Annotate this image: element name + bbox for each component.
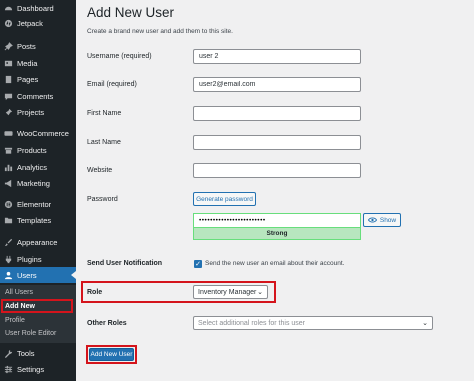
email-label: Email (required) — [87, 81, 137, 88]
media-icon — [4, 59, 13, 68]
show-password-label: Show — [379, 216, 397, 224]
email-input[interactable] — [193, 77, 361, 92]
last-name-label: Last Name — [87, 139, 121, 146]
sidebar-item-marketing[interactable]: Marketing — [0, 175, 76, 191]
archive-icon — [4, 146, 13, 155]
plugin-icon — [4, 255, 13, 264]
sidebar-item-products[interactable]: Products — [0, 142, 76, 158]
jetpack-icon — [4, 19, 13, 28]
send-notification-checkbox[interactable]: ✓ — [194, 260, 202, 268]
sidebar-item-woocommerce[interactable]: WooCommerce — [0, 125, 76, 141]
sidebar-item-tools[interactable]: Tools — [0, 345, 76, 361]
page-title: Add New User — [87, 5, 175, 20]
last-name-input[interactable] — [193, 135, 361, 150]
sidebar-item-settings[interactable]: Settings — [0, 361, 76, 377]
page-intro: Create a brand new user and add them to … — [87, 28, 233, 35]
sidebar-item-templates[interactable]: Templates — [0, 212, 76, 228]
comment-icon — [4, 92, 13, 101]
other-roles-select[interactable]: Select additional roles for this user ⌄ — [193, 316, 433, 330]
users-submenu: All Users Add New Profile User Role Edit… — [0, 285, 76, 343]
sidebar-item-jetpack[interactable]: Jetpack — [0, 15, 76, 31]
website-label: Website — [87, 167, 113, 174]
sidebar-item-users[interactable]: Users — [0, 267, 76, 283]
add-new-highlight — [1, 299, 73, 313]
sidebar-item-dashboard[interactable]: Dashboard — [0, 0, 76, 16]
show-password-button[interactable]: Show — [363, 213, 401, 227]
woocommerce-icon — [4, 129, 13, 138]
pin-icon — [4, 108, 13, 117]
pin-icon — [4, 41, 13, 51]
settings-icon — [4, 365, 13, 374]
elementor-icon — [4, 200, 13, 209]
page-icon — [4, 75, 13, 84]
other-roles-placeholder: Select additional roles for this user — [198, 319, 305, 327]
submit-highlight — [86, 345, 137, 364]
admin-sidebar: Dashboard Jetpack Posts Media Pages Comm… — [0, 0, 76, 381]
eye-icon — [367, 217, 377, 223]
website-input[interactable] — [193, 163, 361, 178]
dashboard-icon — [4, 4, 13, 13]
sidebar-item-analytics[interactable]: Analytics — [0, 159, 76, 175]
sidebar-item-pages[interactable]: Pages — [0, 71, 76, 87]
chart-icon — [4, 163, 13, 172]
sidebar-item-appearance[interactable]: Appearance — [0, 234, 76, 250]
password-label: Password — [87, 196, 118, 203]
submenu-user-role-editor[interactable]: User Role Editor — [5, 330, 56, 337]
submenu-profile[interactable]: Profile — [5, 317, 25, 324]
sidebar-item-elementor[interactable]: Elementor — [0, 196, 76, 212]
generate-password-button[interactable]: Generate password — [193, 192, 256, 206]
users-icon — [4, 271, 13, 280]
first-name-label: First Name — [87, 110, 122, 117]
password-input[interactable] — [193, 213, 361, 227]
send-notification-label: Send User Notification — [87, 260, 163, 267]
brush-icon — [4, 238, 13, 247]
first-name-input[interactable] — [193, 106, 361, 121]
sidebar-item-media[interactable]: Media — [0, 55, 76, 71]
role-highlight — [81, 281, 276, 303]
password-strength-indicator: Strong — [193, 227, 361, 240]
other-roles-label: Other Roles — [87, 320, 127, 327]
username-input[interactable] — [193, 49, 361, 64]
sidebar-item-posts[interactable]: Posts — [0, 38, 76, 54]
folder-icon — [4, 216, 13, 225]
submenu-all-users[interactable]: All Users — [5, 289, 33, 296]
sidebar-item-plugins[interactable]: Plugins — [0, 251, 76, 267]
wrench-icon — [4, 349, 13, 358]
send-notification-text: Send the new user an email about their a… — [205, 260, 345, 267]
sidebar-item-comments[interactable]: Comments — [0, 88, 76, 104]
megaphone-icon — [4, 179, 13, 188]
chevron-down-icon: ⌄ — [422, 320, 428, 327]
username-label: Username (required) — [87, 53, 152, 60]
sidebar-item-projects[interactable]: Projects — [0, 104, 76, 120]
